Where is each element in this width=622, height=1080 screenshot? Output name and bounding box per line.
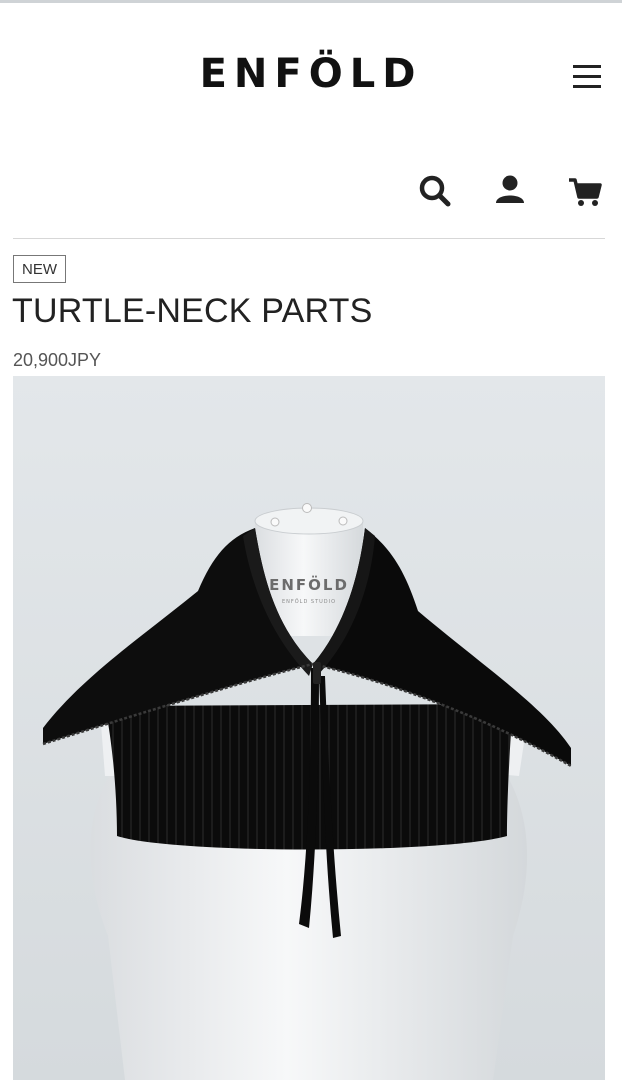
site-header: ENFÖLD: [0, 3, 622, 239]
header-divider: [13, 238, 605, 239]
cart-icon[interactable]: [565, 171, 605, 211]
new-badge: NEW: [13, 255, 66, 283]
mannequin-label: ENFÖLD: [269, 575, 349, 594]
search-icon[interactable]: [415, 171, 455, 211]
mannequin-sublabel: ENFÖLD STUDIO: [282, 598, 336, 605]
product-title: TURTLE-NECK PARTS: [12, 292, 373, 330]
brand-logo[interactable]: ENFÖLD: [0, 51, 622, 97]
product-image[interactable]: ENFÖLD ENFÖLD STUDIO: [13, 376, 605, 1080]
menu-icon[interactable]: [570, 61, 604, 91]
user-icon[interactable]: [490, 171, 530, 211]
product-photo-illustration: ENFÖLD ENFÖLD STUDIO: [13, 376, 605, 1080]
product-price: 20,900JPY: [13, 350, 102, 370]
